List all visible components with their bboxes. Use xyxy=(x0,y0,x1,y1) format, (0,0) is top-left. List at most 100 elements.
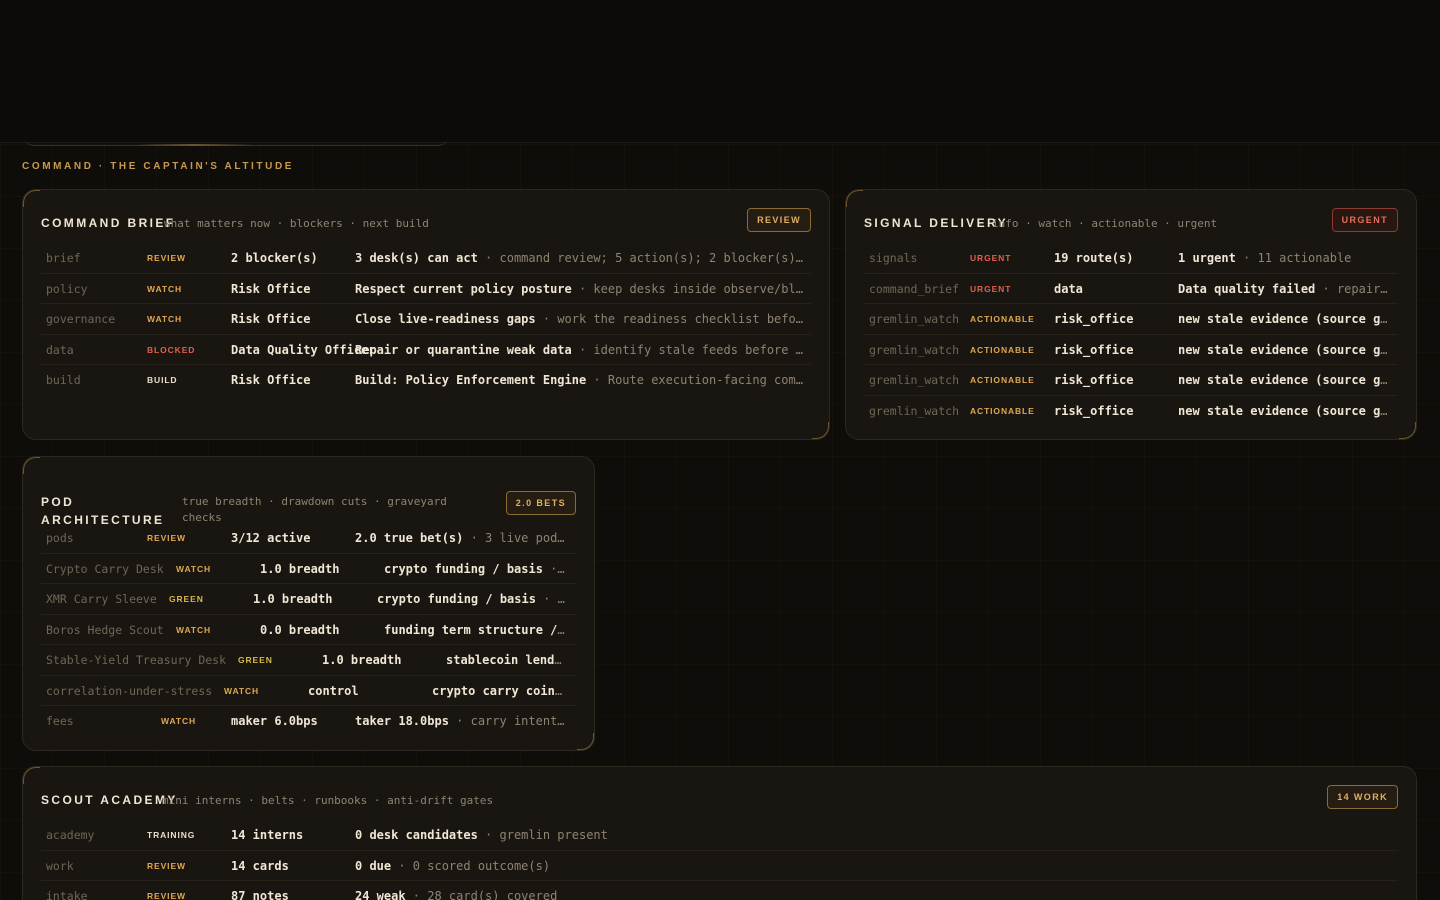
row-value: 19 route(s) xyxy=(1054,251,1134,265)
pod-architecture-title-line1: POD xyxy=(41,495,75,509)
table-row[interactable]: correlation-under-stress WATCH control cryp… xyxy=(41,676,576,706)
table-row[interactable]: command_brief URGENT data Data quality fail… xyxy=(864,274,1398,304)
row-key: gremlin_watch xyxy=(869,342,960,357)
row-detail: Close live-readiness gaps · work the rea… xyxy=(355,304,803,334)
table-row[interactable]: gremlin_watch ACTIONABLE risk_office new st… xyxy=(864,365,1398,396)
scout-academy-badge[interactable]: 14 WORK xyxy=(1327,785,1398,809)
row-key: command_brief xyxy=(869,281,960,296)
status-badge: ACTIONABLE xyxy=(970,344,1035,355)
row-key: Boros Hedge Scout xyxy=(46,622,164,637)
row-detail-text: · 0 scored outcome(s) xyxy=(391,858,551,873)
row-headline: 2.0 true bet(s) xyxy=(355,531,464,545)
row-key: XMR Carry Sleeve xyxy=(46,592,157,606)
pod-architecture-header: POD ARCHITECTURE true breadth · drawdown… xyxy=(41,475,576,527)
scout-academy-panel: SCOUT ACADEMY mini interns · belts · run… xyxy=(22,766,1417,900)
status-badge: URGENT xyxy=(970,283,1012,294)
row-value: 3/12 active xyxy=(231,531,311,545)
row-detail: new stale evidence (source group) xyxy=(1178,365,1390,395)
status-badge: WATCH xyxy=(147,283,183,294)
row-headline: 24 weak xyxy=(355,889,406,900)
row-key: governance xyxy=(46,312,116,326)
table-row[interactable]: signals URGENT 19 route(s) 1 urgent · 11 ac… xyxy=(864,243,1398,274)
row-detail: 0 desk candidates · gremlin present xyxy=(355,820,1390,850)
row-headline: crypto funding / basis xyxy=(384,561,543,576)
row-detail-text: · keep xyxy=(550,561,568,576)
row-value: 0.0 breadth xyxy=(260,622,340,637)
status-badge: REVIEW xyxy=(147,860,186,871)
table-row[interactable]: Boros Hedge Scout WATCH 0.0 breadth funding… xyxy=(41,615,576,645)
row-detail: 24 weak · 28 card(s) covered xyxy=(355,881,1390,900)
row-value: Risk Office xyxy=(231,373,311,387)
status-badge: REVIEW xyxy=(147,533,186,543)
row-key: brief xyxy=(46,251,81,265)
command-brief-badge[interactable]: REVIEW xyxy=(747,208,811,232)
status-badge: WATCH xyxy=(176,624,212,635)
status-badge: URGENT xyxy=(970,253,1012,263)
table-row[interactable]: gremlin_watch ACTIONABLE risk_office new st… xyxy=(864,335,1398,365)
status-badge: WATCH xyxy=(161,716,197,726)
row-detail-text: · work the readiness checklist before pr… xyxy=(542,312,803,326)
signal-delivery-badge[interactable]: URGENT xyxy=(1331,208,1398,232)
table-row[interactable]: intake REVIEW 87 notes 24 weak · 28 card(s)… xyxy=(41,881,1398,900)
row-headline: crypto carry coins move together xyxy=(432,683,568,698)
table-row[interactable]: academy TRAINING 14 interns 0 desk candidat… xyxy=(41,820,1398,851)
status-badge: REVIEW xyxy=(147,891,186,900)
row-detail: crypto funding / basis · review xyxy=(377,584,568,614)
table-row[interactable]: work REVIEW 14 cards 0 due · 0 scored outco… xyxy=(41,851,1398,881)
table-row[interactable]: build BUILD Risk Office Build: Policy Enfor… xyxy=(41,365,811,396)
table-row[interactable]: gremlin_watch ACTIONABLE risk_office new st… xyxy=(864,304,1398,335)
table-row[interactable]: Stable-Yield Treasury Desk GREEN 1.0 bread… xyxy=(41,645,576,676)
row-value: 2 blocker(s) xyxy=(231,251,318,265)
row-detail-text: · gremlin present xyxy=(477,828,608,842)
row-detail: 2.0 true bet(s) · 3 live pod(s) xyxy=(355,523,568,553)
table-row[interactable]: Crypto Carry Desk WATCH 1.0 breadth crypto … xyxy=(41,554,576,584)
pod-architecture-badge[interactable]: 2.0 BETS xyxy=(505,491,576,515)
table-row[interactable]: pods REVIEW 3/12 active 2.0 true bet(s) · 3… xyxy=(41,523,576,554)
row-key: Stable-Yield Treasury Desk xyxy=(46,653,227,667)
row-value: 1.0 breadth xyxy=(322,653,402,667)
status-badge: BUILD xyxy=(147,375,178,385)
scout-academy-header: SCOUT ACADEMY mini interns · belts · run… xyxy=(41,785,1398,813)
row-detail-text: · command review; 5 action(s); 2 blocker… xyxy=(485,251,803,265)
row-value: Risk Office xyxy=(231,312,311,326)
row-value: control xyxy=(308,683,359,698)
command-brief-rows: brief REVIEW 2 blocker(s) 3 desk(s) can act… xyxy=(41,243,811,396)
signal-delivery-panel: SIGNAL DELIVERY info · watch · actionabl… xyxy=(845,189,1417,440)
scout-academy-title: SCOUT ACADEMY xyxy=(41,793,178,807)
table-row[interactable]: fees WATCH maker 6.0bps taker 18.0bps · car… xyxy=(41,706,576,737)
status-badge: TRAINING xyxy=(147,830,196,840)
row-detail-text: · carry intents net of fees xyxy=(456,714,568,728)
status-badge: WATCH xyxy=(147,314,183,324)
row-headline: Respect current policy posture xyxy=(355,281,572,296)
row-detail: crypto carry coins move together xyxy=(432,676,568,706)
row-detail-text: · keep desks inside observe/block bounda… xyxy=(578,281,803,296)
row-detail: Repair or quarantine weak data · identif… xyxy=(355,335,803,365)
status-badge: GREEN xyxy=(238,655,273,665)
row-value: 1.0 breadth xyxy=(253,592,333,606)
table-row[interactable]: data BLOCKED Data Quality Officer Repair or… xyxy=(41,335,811,365)
row-detail-text: · 11 actionable xyxy=(1235,251,1352,265)
command-brief-header: COMMAND BRIEF what matters now · blocker… xyxy=(41,208,811,236)
row-value: risk_office xyxy=(1054,373,1134,387)
row-detail: 1 urgent · 11 actionable xyxy=(1178,243,1390,273)
status-badge: BLOCKED xyxy=(147,344,196,355)
status-badge: ACTIONABLE xyxy=(970,375,1035,385)
row-detail: funding term structure / hedge xyxy=(384,615,568,645)
row-key: policy xyxy=(46,281,88,296)
table-row[interactable]: XMR Carry Sleeve GREEN 1.0 breadth crypto f… xyxy=(41,584,576,615)
row-headline: new stale evidence (source group) xyxy=(1178,312,1390,326)
table-row[interactable]: governance WATCH Risk Office Close live-rea… xyxy=(41,304,811,335)
row-value: data xyxy=(1054,281,1083,296)
top-bar-tab[interactable] xyxy=(24,126,448,146)
row-value: risk_office xyxy=(1054,403,1134,418)
row-detail: 0 due · 0 scored outcome(s) xyxy=(355,851,1390,881)
row-value: 14 interns xyxy=(231,828,304,842)
status-badge: WATCH xyxy=(224,685,260,696)
row-detail: Build: Policy Enforcement Engine · Route… xyxy=(355,365,803,395)
row-headline: new stale evidence (source group) xyxy=(1178,373,1390,387)
row-detail: stablecoin lending xyxy=(446,645,568,675)
table-row[interactable]: gremlin_watch ACTIONABLE risk_office new st… xyxy=(864,396,1398,427)
table-row[interactable]: brief REVIEW 2 blocker(s) 3 desk(s) can act… xyxy=(41,243,811,274)
status-badge: REVIEW xyxy=(147,253,186,263)
table-row[interactable]: policy WATCH Risk Office Respect current po… xyxy=(41,274,811,304)
